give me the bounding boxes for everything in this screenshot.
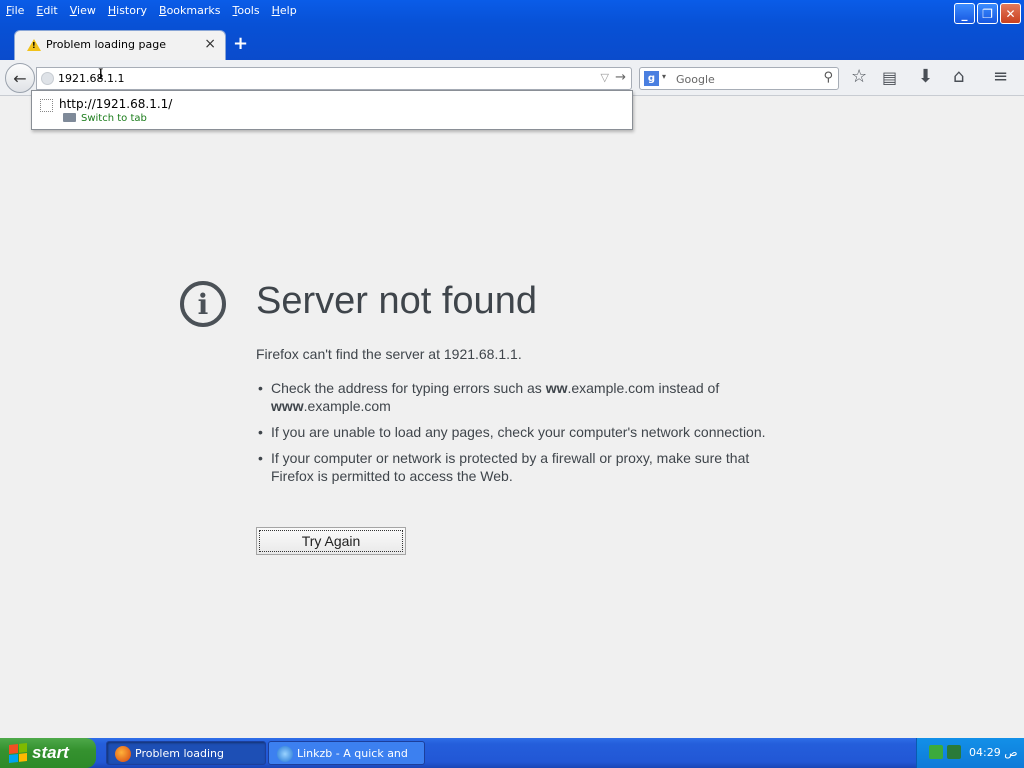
text-cursor-icon: I xyxy=(98,67,104,83)
google-engine-icon[interactable]: g xyxy=(644,71,659,86)
tab-close-icon[interactable]: × xyxy=(204,36,216,52)
back-button[interactable]: ← xyxy=(5,63,35,93)
home-icon[interactable]: ⌂ xyxy=(953,66,964,87)
url-input[interactable]: 1921.68.1.1 xyxy=(58,72,124,85)
menu-bar: File Edit View History Bookmarks Tools H… xyxy=(0,2,303,20)
back-arrow-icon: ← xyxy=(13,68,27,88)
start-button[interactable]: start xyxy=(0,738,96,768)
search-icon[interactable]: ⚲ xyxy=(823,70,833,85)
menu-hamburger-icon[interactable]: ≡ xyxy=(993,66,1008,87)
menu-history[interactable]: History xyxy=(102,2,153,20)
site-identity-icon[interactable] xyxy=(41,72,54,85)
system-tray: 04:29 ص xyxy=(916,738,1024,768)
url-bar[interactable]: 1921.68.1.1 ▽ → xyxy=(36,67,632,90)
search-input[interactable]: Google xyxy=(676,73,715,86)
list-item: Check the address for typing errors such… xyxy=(256,379,766,415)
bookmarks-menu-icon[interactable]: ▤ xyxy=(882,68,897,87)
switch-tab-icon xyxy=(63,113,76,122)
url-autocomplete-popup: http://1921.68.1.1/ Switch to tab xyxy=(31,90,633,130)
engine-dropdown-icon[interactable]: ▾ xyxy=(662,72,666,81)
menu-file[interactable]: File xyxy=(0,2,30,20)
downloads-icon[interactable]: ⬇ xyxy=(918,66,933,87)
error-suggestions: Check the address for typing errors such… xyxy=(256,379,766,493)
minimize-button[interactable]: _ xyxy=(954,3,975,24)
clock[interactable]: 04:29 ص xyxy=(969,746,1018,759)
menu-tools[interactable]: Tools xyxy=(226,2,265,20)
switch-to-tab-label[interactable]: Switch to tab xyxy=(81,113,147,124)
try-again-button[interactable]: Try Again xyxy=(256,527,406,555)
taskbar: start Problem loading page... Linkzb - A… xyxy=(0,738,1024,768)
tab-title: Problem loading page xyxy=(46,38,166,51)
menu-edit[interactable]: Edit xyxy=(30,2,63,20)
try-again-label: Try Again xyxy=(259,530,403,552)
ie-icon xyxy=(277,746,293,762)
menu-bookmarks[interactable]: Bookmarks xyxy=(153,2,226,20)
close-icon: ✕ xyxy=(1005,6,1016,21)
warning-icon: ! xyxy=(27,39,41,51)
history-dropdown-icon[interactable]: ▽ xyxy=(601,71,609,84)
go-arrow-icon[interactable]: → xyxy=(615,70,626,85)
error-title: Server not found xyxy=(256,280,537,322)
network-icon[interactable] xyxy=(929,745,943,759)
info-icon: i xyxy=(180,281,226,327)
list-item: If you are unable to load any pages, che… xyxy=(256,423,766,441)
minimize-icon: _ xyxy=(961,6,968,21)
firefox-icon xyxy=(115,746,131,762)
list-item: If your computer or network is protected… xyxy=(256,449,766,485)
taskbar-firefox[interactable]: Problem loading page... xyxy=(106,741,266,765)
taskbar-ie[interactable]: Linkzb - A quick and s... xyxy=(268,741,425,765)
users-icon[interactable] xyxy=(947,745,961,759)
window-controls: _ ❐ ✕ xyxy=(954,3,1021,24)
tab-problem-loading[interactable]: ! Problem loading page × xyxy=(14,30,226,60)
windows-logo-icon xyxy=(9,743,27,763)
error-short-desc: Firefox can't find the server at 1921.68… xyxy=(256,346,522,362)
menu-help[interactable]: Help xyxy=(266,2,303,20)
close-window-button[interactable]: ✕ xyxy=(1000,3,1021,24)
bookmark-star-icon[interactable]: ☆ xyxy=(851,66,867,87)
new-tab-button[interactable]: + xyxy=(233,33,248,54)
restore-icon: ❐ xyxy=(982,6,993,21)
autocomplete-result-url[interactable]: http://1921.68.1.1/ xyxy=(59,97,172,111)
restore-button[interactable]: ❐ xyxy=(977,3,998,24)
page-icon xyxy=(40,99,53,112)
menu-view[interactable]: View xyxy=(64,2,102,20)
search-bar[interactable]: g ▾ Google ⚲ xyxy=(639,67,839,90)
title-bar: File Edit View History Bookmarks Tools H… xyxy=(0,0,1024,60)
